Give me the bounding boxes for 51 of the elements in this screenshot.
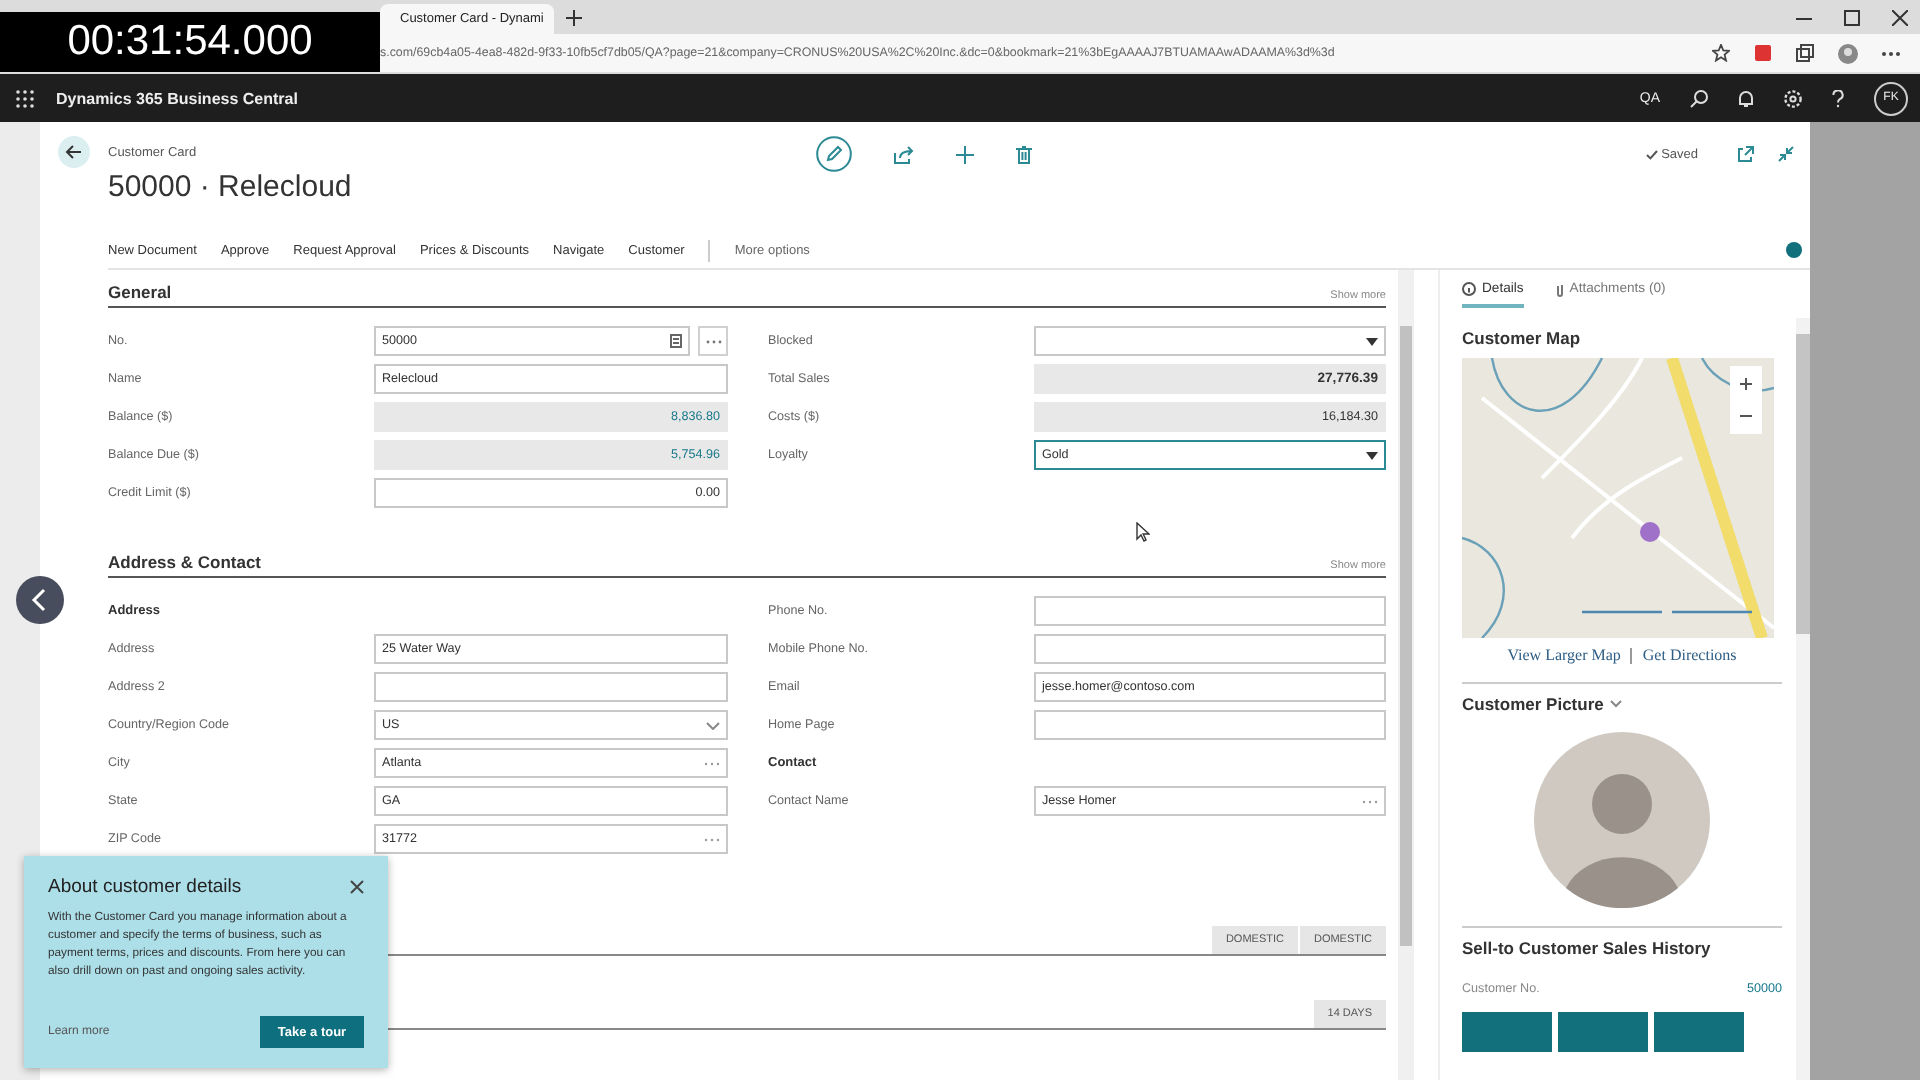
extension-icon[interactable] xyxy=(1754,44,1772,62)
page-title: 50000 · Relecloud xyxy=(108,170,354,204)
input-field[interactable] xyxy=(374,672,728,702)
cue-tile[interactable] xyxy=(1462,1012,1552,1052)
caret-icon xyxy=(1366,337,1378,345)
factbox-title: Customer Map xyxy=(1462,328,1583,348)
document-icon xyxy=(670,334,682,348)
collapse-icon[interactable] xyxy=(1778,146,1794,162)
check-icon xyxy=(1645,149,1658,159)
close-icon[interactable] xyxy=(1892,9,1908,25)
close-icon[interactable] xyxy=(350,880,364,894)
app-launcher-icon[interactable] xyxy=(16,89,34,107)
dropdown-field[interactable] xyxy=(1034,326,1386,356)
input-field[interactable] xyxy=(1034,710,1386,740)
share-icon[interactable] xyxy=(894,145,914,163)
bell-icon[interactable] xyxy=(1738,89,1754,107)
plus-icon[interactable] xyxy=(956,145,974,163)
settings-icon[interactable] xyxy=(1784,89,1802,107)
scrollbar[interactable] xyxy=(1796,318,1810,1080)
chevron-down-icon xyxy=(1609,700,1622,708)
map-link[interactable]: View Larger Map xyxy=(1507,646,1621,664)
app-title: Dynamics 365 Business Central xyxy=(56,89,298,107)
edit-icon[interactable] xyxy=(816,136,852,172)
section-title[interactable]: General xyxy=(108,282,172,302)
plus-icon[interactable] xyxy=(566,9,582,25)
delete-icon[interactable] xyxy=(1016,145,1032,163)
chevron-down-icon xyxy=(706,721,720,729)
scrollbar[interactable] xyxy=(1398,270,1414,1080)
star-icon[interactable] xyxy=(1712,44,1730,62)
info-icon xyxy=(1462,282,1476,296)
input-field[interactable] xyxy=(1034,634,1386,664)
tip-title: About customer details xyxy=(48,876,242,898)
collections-icon[interactable] xyxy=(1796,44,1814,62)
map-link[interactable]: Get Directions xyxy=(1642,646,1737,664)
factbox-title[interactable]: Customer Picture xyxy=(1462,694,1782,714)
search-icon[interactable] xyxy=(1690,89,1708,107)
cue-tile[interactable] xyxy=(1654,1012,1744,1052)
status-dot-icon[interactable] xyxy=(1786,242,1802,258)
open-in-new-icon[interactable] xyxy=(1738,146,1754,162)
video-timestamp: 00:31:54.000 xyxy=(0,12,380,72)
factbox-title: Sell-to Customer Sales History xyxy=(1462,938,1713,958)
caret-icon xyxy=(1366,451,1378,459)
profile-icon[interactable] xyxy=(1838,43,1858,63)
input-field[interactable] xyxy=(1034,596,1386,626)
cue-tile[interactable] xyxy=(1558,1012,1648,1052)
paperclip-icon xyxy=(1555,282,1564,298)
chevron-left-icon[interactable] xyxy=(16,576,64,624)
cursor-icon xyxy=(1136,522,1150,542)
section-title[interactable]: Address & Contact xyxy=(108,552,262,572)
help-icon[interactable] xyxy=(1832,89,1844,107)
maximize-icon[interactable] xyxy=(1844,9,1860,25)
